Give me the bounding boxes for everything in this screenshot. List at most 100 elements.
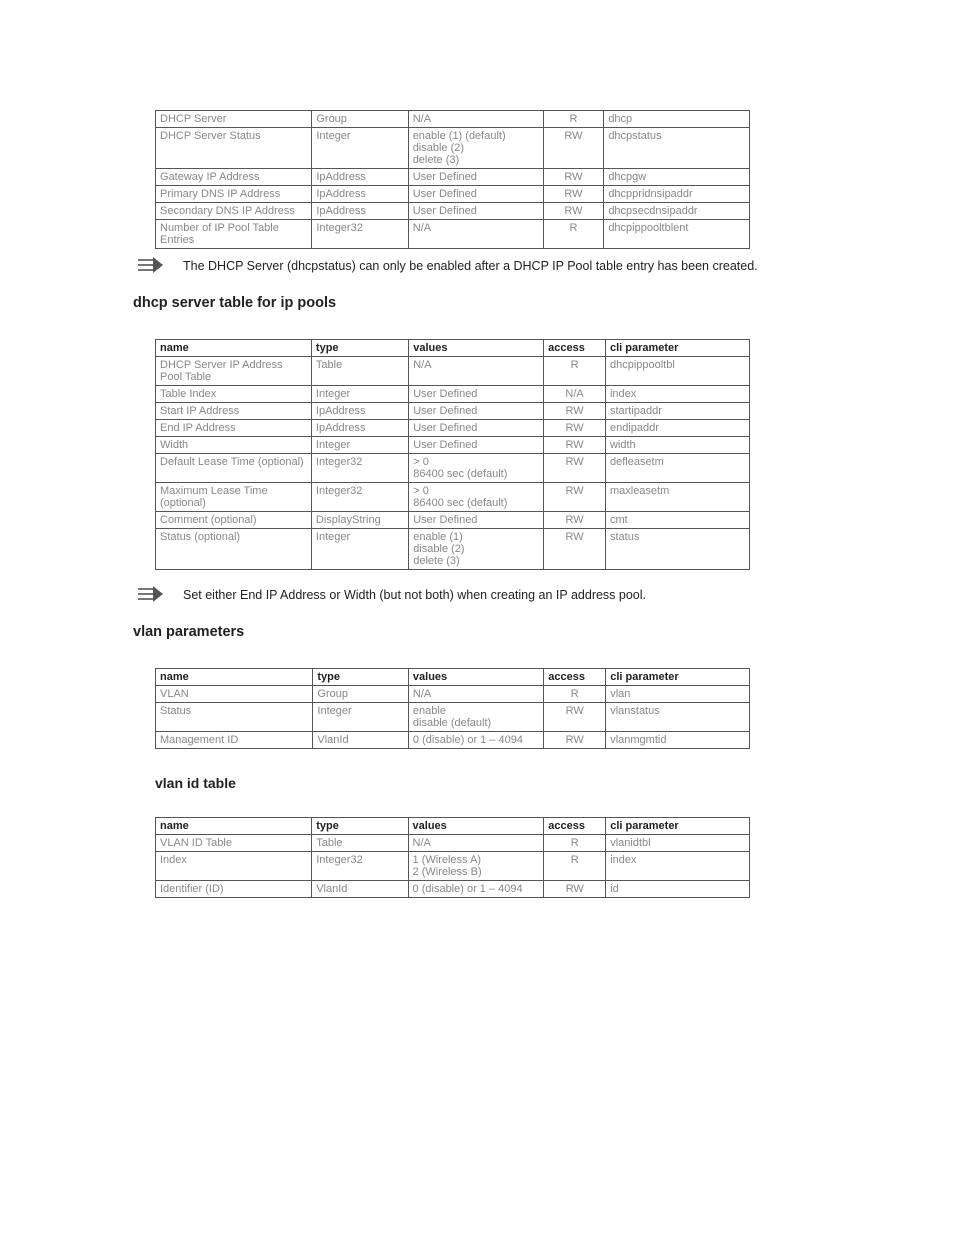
col-header-access: access [544, 340, 606, 357]
note-dhcp-enable: The DHCP Server (dhcpstatus) can only be… [155, 257, 799, 273]
cell-access: N/A [544, 386, 606, 403]
cell-cli: vlanmgmtid [606, 732, 750, 749]
cell-name: Identifier (ID) [156, 881, 312, 898]
cell-type: IpAddress [312, 169, 408, 186]
cell-cli: vlanidtbl [606, 835, 750, 852]
cell-type: Integer [311, 529, 408, 570]
cell-values: N/A [408, 111, 543, 128]
cell-name: Start IP Address [156, 403, 312, 420]
cell-name: Management ID [156, 732, 313, 749]
cell-cli: width [605, 437, 749, 454]
cell-values: > 0 86400 sec (default) [409, 483, 544, 512]
cell-name: Default Lease Time (optional) [156, 454, 312, 483]
cell-name: DHCP Server Status [156, 128, 312, 169]
table-row: Secondary DNS IP AddressIpAddressUser De… [156, 203, 750, 220]
cell-type: Group [312, 111, 408, 128]
cell-values: User Defined [408, 169, 543, 186]
cell-access: RW [544, 454, 606, 483]
cell-type: DisplayString [311, 512, 408, 529]
table-row: Default Lease Time (optional)Integer32> … [156, 454, 750, 483]
dhcp-pool-table: name type values access cli parameter DH… [155, 339, 750, 570]
table-row: StatusIntegerenable disable (default)RWv… [156, 703, 750, 732]
table-row: Number of IP Pool Table EntriesInteger32… [156, 220, 750, 249]
cell-name: Status (optional) [156, 529, 312, 570]
cell-cli: dhcpippooltblent [604, 220, 750, 249]
table-row: VLAN ID TableTableN/ARvlanidtbl [156, 835, 750, 852]
cell-access: R [544, 686, 606, 703]
table-row: WidthIntegerUser DefinedRWwidth [156, 437, 750, 454]
cell-name: Primary DNS IP Address [156, 186, 312, 203]
col-header-name: name [156, 669, 313, 686]
cell-access: RW [544, 437, 606, 454]
note-arrow-icon [137, 257, 163, 273]
cell-type: Integer32 [312, 220, 408, 249]
cell-cli: vlanstatus [606, 703, 750, 732]
cell-type: Integer [311, 437, 408, 454]
cell-name: Secondary DNS IP Address [156, 203, 312, 220]
cell-values: enable disable (default) [408, 703, 543, 732]
table-row: Start IP AddressIpAddressUser DefinedRWs… [156, 403, 750, 420]
table-row: DHCP ServerGroupN/ARdhcp [156, 111, 750, 128]
note-arrow-icon [137, 586, 163, 602]
cell-name: DHCP Server [156, 111, 312, 128]
cell-name: Table Index [156, 386, 312, 403]
cell-name: VLAN [156, 686, 313, 703]
cell-access: RW [544, 703, 606, 732]
cell-type: Integer [311, 386, 408, 403]
note-text: Set either End IP Address or Width (but … [183, 586, 799, 602]
col-header-name: name [156, 340, 312, 357]
cell-name: Maximum Lease Time (optional) [156, 483, 312, 512]
table-row: Maximum Lease Time (optional)Integer32> … [156, 483, 750, 512]
cell-cli: index [605, 386, 749, 403]
table-row: Identifier (ID)VlanId0 (disable) or 1 – … [156, 881, 750, 898]
table-row: End IP AddressIpAddressUser DefinedRWend… [156, 420, 750, 437]
cell-type: VlanId [312, 881, 408, 898]
table-row: Comment (optional)DisplayStringUser Defi… [156, 512, 750, 529]
col-header-name: name [156, 818, 312, 835]
cell-values: N/A [408, 686, 543, 703]
cell-access: RW [543, 203, 604, 220]
cell-cli: maxleasetm [605, 483, 749, 512]
note-end-or-width: Set either End IP Address or Width (but … [155, 586, 799, 602]
cell-access: RW [544, 483, 606, 512]
cell-type: Integer [312, 128, 408, 169]
cell-cli: startipaddr [605, 403, 749, 420]
cell-values: enable (1) (default) disable (2) delete … [408, 128, 543, 169]
cell-values: User Defined [409, 420, 544, 437]
cell-cli: endipaddr [605, 420, 749, 437]
cell-values: enable (1) disable (2) delete (3) [409, 529, 544, 570]
cell-name: Status [156, 703, 313, 732]
cell-values: > 0 86400 sec (default) [409, 454, 544, 483]
cell-type: Integer [313, 703, 409, 732]
cell-values: User Defined [408, 203, 543, 220]
cell-type: VlanId [313, 732, 409, 749]
table-row: Status (optional)Integerenable (1) disab… [156, 529, 750, 570]
table-header-row: name type values access cli parameter [156, 340, 750, 357]
cell-name: Comment (optional) [156, 512, 312, 529]
cell-cli: index [606, 852, 750, 881]
cell-name: Gateway IP Address [156, 169, 312, 186]
cell-access: RW [543, 128, 604, 169]
table-row: IndexInteger321 (Wireless A) 2 (Wireless… [156, 852, 750, 881]
cell-access: RW [544, 403, 606, 420]
col-header-values: values [409, 340, 544, 357]
cell-access: RW [543, 186, 604, 203]
cell-type: Integer32 [312, 852, 408, 881]
cell-access: RW [544, 881, 606, 898]
cell-access: RW [543, 169, 604, 186]
table-row: DHCP Server IP Address Pool TableTableN/… [156, 357, 750, 386]
cell-access: RW [544, 529, 606, 570]
cell-values: User Defined [409, 386, 544, 403]
heading-dhcp-pool-table: dhcp server table for ip pools [133, 295, 799, 311]
cell-cli: dhcpstatus [604, 128, 750, 169]
col-header-cli: cli parameter [606, 669, 750, 686]
cell-values: User Defined [409, 437, 544, 454]
cell-access: R [543, 111, 604, 128]
table-row: Table IndexIntegerUser DefinedN/Aindex [156, 386, 750, 403]
cell-cli: dhcpgw [604, 169, 750, 186]
col-header-access: access [544, 818, 606, 835]
cell-values: N/A [408, 220, 543, 249]
table-row: VLANGroupN/ARvlan [156, 686, 750, 703]
cell-values: User Defined [409, 512, 544, 529]
cell-values: User Defined [408, 186, 543, 203]
